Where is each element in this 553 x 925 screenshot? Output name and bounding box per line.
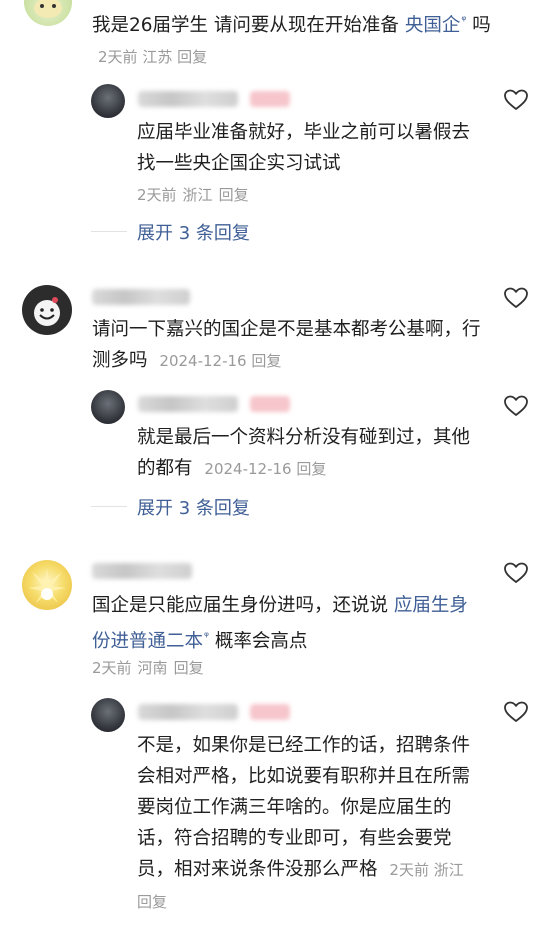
comment-3-meta: 2天前 河南 回复 bbox=[92, 659, 204, 677]
comment-3-text: 国企是只能应届生身份进吗，还说说 应届生身份进普通二本ᵠ 概率会高点 bbox=[92, 595, 468, 653]
avatar-image-icon bbox=[34, 0, 62, 18]
reply-link[interactable]: 回复 bbox=[296, 460, 326, 478]
comment-2-username[interactable] bbox=[92, 289, 190, 305]
expand-divider bbox=[91, 231, 127, 232]
reply-2-meta: 2024-12-16 回复 bbox=[204, 460, 327, 478]
comment-2-meta: 2024-12-16 回复 bbox=[159, 352, 282, 370]
reply-1-text: 应届毕业准备就好，毕业之前可以暑假去找一些央企国企实习试试 bbox=[137, 122, 471, 174]
reply-3-author-badge bbox=[250, 704, 290, 720]
comment-1-text: 我是26届学生 请问要从现在开始准备 央国企ᵠ 吗 2天前 江苏 回复 bbox=[92, 13, 491, 67]
reply-link[interactable]: 回复 bbox=[174, 659, 204, 677]
reply-link[interactable]: 回复 bbox=[219, 186, 249, 204]
avatar-comment-1[interactable] bbox=[24, 0, 72, 26]
reply-2-text: 就是最后一个资料分析没有碰到过，其他的都有 2024-12-16 回复 bbox=[137, 427, 471, 479]
expand-replies-button[interactable]: 展开 3 条回复 bbox=[137, 494, 250, 520]
reply-1-username[interactable] bbox=[138, 91, 238, 107]
search-link-yangguoqi[interactable]: 央国企 bbox=[405, 15, 461, 36]
like-heart-icon[interactable] bbox=[503, 700, 529, 724]
reply-2-username[interactable] bbox=[138, 396, 238, 412]
comment-3-username[interactable] bbox=[92, 563, 192, 579]
like-heart-icon[interactable] bbox=[503, 561, 529, 585]
avatar-reply-1[interactable] bbox=[91, 84, 125, 118]
reply-link[interactable]: 回复 bbox=[137, 893, 167, 911]
avatar-comment-3[interactable] bbox=[22, 560, 72, 610]
like-heart-icon[interactable] bbox=[503, 88, 529, 112]
comment-1-meta: 2天前 江苏 回复 bbox=[98, 48, 208, 67]
avatar-image-icon bbox=[34, 297, 60, 326]
reply-2-author-badge bbox=[250, 396, 290, 412]
reply-link[interactable]: 回复 bbox=[251, 352, 281, 370]
expand-replies-button[interactable]: 展开 3 条回复 bbox=[137, 219, 250, 245]
avatar-image-icon bbox=[28, 568, 66, 603]
expand-divider bbox=[91, 506, 127, 507]
like-heart-icon[interactable] bbox=[503, 394, 529, 418]
reply-1-meta: 2天前 浙江 回复 bbox=[137, 186, 249, 204]
comment-2-text: 请问一下嘉兴的国企是不是基本都考公基啊，行测多吗 2024-12-16 回复 bbox=[92, 319, 481, 371]
avatar-comment-2[interactable] bbox=[22, 285, 72, 335]
avatar-reply-2[interactable] bbox=[91, 390, 125, 424]
reply-3-text: 不是，如果你是已经工作的话，招聘条件会相对严格，比如说要有职称并且在所需要岗位工… bbox=[137, 735, 471, 911]
like-heart-icon[interactable] bbox=[503, 286, 529, 310]
reply-3-username[interactable] bbox=[138, 704, 238, 720]
avatar-reply-3[interactable] bbox=[91, 698, 125, 732]
reply-1-author-badge bbox=[250, 91, 290, 107]
reply-link[interactable]: 回复 bbox=[177, 48, 207, 66]
